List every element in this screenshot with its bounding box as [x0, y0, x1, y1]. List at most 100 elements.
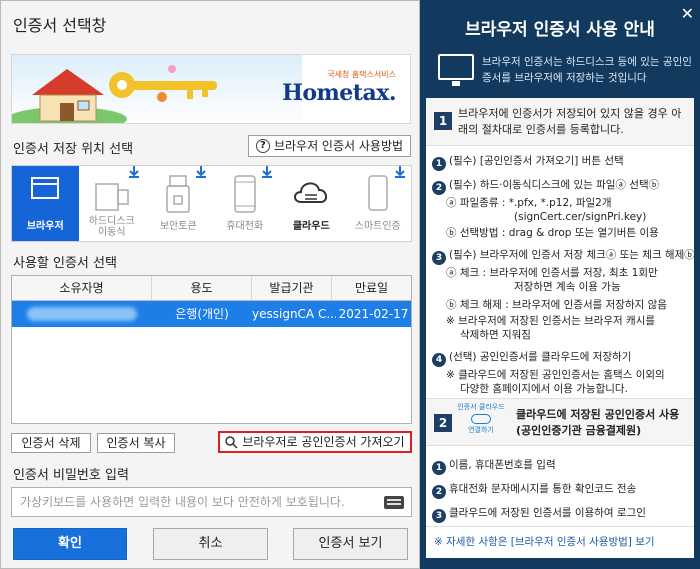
step2-text: 클라우드에 저장된 공인인증서 사용 (공인인증기관 금융결제원) — [516, 408, 680, 437]
step1-item: 3 (필수) 브라우저에 인증서 저장 체크ⓐ 또는 체크 해제ⓑ — [432, 248, 695, 265]
storage-location-label: 인증서 저장 위치 선택 — [13, 142, 134, 157]
guide-content: 1 브라우저에 인증서가 저장되어 있지 않을 경우 아래의 절차대로 인증서를… — [426, 98, 695, 558]
location-cloud[interactable]: 클라우드 — [278, 166, 345, 241]
certificate-table: 소유자명 용도 발급기관 만료일 은행(개인) yessignCA C... 2… — [11, 275, 412, 424]
number-2-icon: 2 — [432, 181, 446, 195]
step1-item: 1 (필수) [공인인증서 가져오기] 버튼 선택 — [432, 154, 624, 171]
location-browser[interactable]: 브라우저 — [12, 166, 79, 241]
step1-note: ※ 브라우저에 저장된 인증서는 브라우저 캐시를 — [446, 315, 656, 327]
step1-subitem: ⓐ 체크 : 브라우저에 인증서를 저장, 최초 1회만 — [446, 267, 658, 279]
column-issuer[interactable]: 발급기관 — [252, 276, 332, 300]
dialog-title-bar: 인증서 선택창 — [1, 1, 419, 43]
number-2-icon: 2 — [432, 485, 446, 499]
step2-number: 2 — [434, 414, 452, 432]
step1-note: 삭제하면 지워짐 — [460, 329, 531, 341]
column-expiry[interactable]: 만료일 — [332, 276, 411, 300]
security-token-icon — [166, 175, 190, 213]
certificate-dialog: 인증서 선택창 국세청 홈택스서비스 Hometax. 인증서 저장 위치 선택… — [0, 0, 420, 569]
item-text: (필수) 하드·이동식디스크에 있는 파일ⓐ 선택ⓑ — [449, 179, 660, 191]
step1-note: ※ 클라우드에 저장된 공인인증서는 홈택스 이외의 — [446, 369, 665, 381]
badge-bottom-text: 연결하기 — [468, 426, 494, 434]
number-1-icon: 1 — [432, 157, 446, 171]
step1-item: 2 (필수) 하드·이동식디스크에 있는 파일ⓐ 선택ⓑ — [432, 178, 659, 195]
import-cert-button[interactable]: 브라우저로 공인인증서 가져오기 — [218, 431, 412, 453]
download-icon — [262, 166, 272, 178]
column-usage[interactable]: 용도 — [152, 276, 252, 300]
redacted-owner — [27, 307, 137, 321]
password-field[interactable]: 가상키보드를 사용하면 입력한 내용이 보다 안전하게 보호됩니다. — [11, 487, 412, 517]
location-mobile-phone[interactable]: 휴대전화 — [212, 166, 279, 241]
guide-title: 브라우저 인증서 사용 안내 — [465, 20, 655, 40]
search-icon — [225, 435, 238, 449]
location-label: 하드디스크 이동식 — [88, 216, 135, 238]
import-button-label: 브라우저로 공인인증서 가져오기 — [242, 435, 405, 449]
number-1-icon: 1 — [432, 461, 446, 475]
step1-number: 1 — [434, 112, 452, 130]
number-4-icon: 4 — [432, 353, 446, 367]
cloud-icon — [294, 182, 328, 203]
browser-icon — [31, 177, 60, 199]
row-expiry: 2021-02-17 — [338, 307, 409, 321]
item-text: (필수) [공인인증서 가져오기] 버튼 선택 — [449, 155, 624, 167]
hometax-banner: 국세청 홈택스서비스 Hometax. — [11, 54, 411, 124]
step1-subitem: (signCert.cer/signPri.key) — [514, 211, 647, 223]
number-3-icon: 3 — [432, 251, 446, 265]
row-issuer: yessignCA C... — [252, 307, 336, 321]
step2-header: 2 인증서 클라우드 연결하기 클라우드에 저장된 공인인증서 사용 (공인인증… — [426, 398, 694, 446]
table-row[interactable]: 은행(개인) yessignCA C... 2021-02-17 — [12, 301, 411, 327]
step1-note: 다양한 홈페이지에서 이용 가능합니다. — [460, 383, 628, 395]
location-harddisk[interactable]: 하드디스크 이동식 — [79, 166, 146, 241]
step2-item: 2 휴대전화 문자메시지를 통한 확인코드 전송 — [432, 482, 636, 499]
footer-divider — [426, 526, 694, 527]
item-text: 클라우드에 저장된 인증서를 이용하여 로그인 — [449, 507, 646, 519]
location-label: 스마트인증 — [354, 221, 401, 232]
guide-footer-link[interactable]: ※ 자세한 사항은 [브라우저 인증서 사용방법] 보기 — [434, 535, 655, 549]
smart-auth-icon — [368, 175, 388, 211]
delete-cert-button[interactable]: 인증서 삭제 — [11, 433, 91, 453]
confirm-button[interactable]: 확인 — [13, 528, 127, 560]
copy-cert-button[interactable]: 인증서 복사 — [97, 433, 175, 453]
item-text: (필수) 브라우저에 인증서 저장 체크ⓐ 또는 체크 해제ⓑ — [449, 249, 695, 261]
cloud-connect-badge: 인증서 클라우드 연결하기 — [456, 403, 506, 435]
location-label: 보안토큰 — [159, 221, 197, 232]
step2-item: 1 이름, 휴대폰번호를 입력 — [432, 458, 556, 475]
cloud-icon — [471, 414, 491, 424]
row-owner — [12, 301, 152, 327]
badge-top-text: 인증서 클라우드 — [457, 403, 505, 411]
step2-item: 3 클라우드에 저장된 인증서를 이용하여 로그인 — [432, 506, 646, 523]
view-cert-button[interactable]: 인증서 보기 — [293, 528, 408, 560]
location-security-token[interactable]: 보안토큰 — [145, 166, 212, 241]
item-text: (선택) 공인인증서를 클라우드에 저장하기 — [449, 351, 632, 363]
column-owner[interactable]: 소유자명 — [12, 276, 152, 300]
step1-text: 브라우저에 인증서가 저장되어 있지 않을 경우 아래의 절차대로 인증서를 등… — [458, 107, 682, 136]
download-icon — [195, 166, 206, 178]
download-icon — [395, 166, 405, 178]
browser-cert-help-button[interactable]: ? 브라우저 인증서 사용방법 — [248, 135, 411, 157]
cert-select-label: 사용할 인증서 선택 — [13, 256, 117, 271]
help-button-label: 브라우저 인증서 사용방법 — [273, 139, 404, 153]
usb-drive-icon — [95, 183, 129, 211]
virtual-keyboard-icon[interactable] — [384, 496, 404, 509]
password-label: 인증서 비밀번호 입력 — [13, 468, 129, 483]
guide-intro: 브라우저 인증서는 하드디스크 등에 있는 공인인증서를 브라우저에 저장하는 … — [482, 56, 692, 84]
house-key-illustration — [12, 65, 217, 123]
item-text: 이름, 휴대폰번호를 입력 — [449, 459, 556, 471]
step1-subitem: ⓑ 선택방법 : drag & drop 또는 열기버튼 이용 — [446, 227, 659, 239]
row-usage: 은행(개인) — [175, 307, 229, 321]
storage-location-bar: 브라우저 하드디스크 이동식 보안토큰 휴대전화 클라우드 스마트인증 — [11, 165, 412, 242]
hometax-logo: 국세청 홈택스서비스 Hometax. — [282, 69, 396, 106]
step1-subitem: ⓐ 파일종류 : *.pfx, *.p12, 파일2개 — [446, 197, 612, 209]
logo-subtitle: 국세청 홈택스서비스 — [327, 70, 396, 79]
cancel-button[interactable]: 취소 — [153, 528, 268, 560]
item-text: 휴대전화 문자메시지를 통한 확인코드 전송 — [449, 483, 637, 495]
monitor-icon — [438, 54, 474, 86]
table-header: 소유자명 용도 발급기관 만료일 — [12, 276, 411, 301]
location-smart-auth[interactable]: 스마트인증 — [345, 166, 412, 241]
location-label: 브라우저 — [26, 221, 64, 232]
number-3-icon: 3 — [432, 509, 446, 523]
step1-header: 1 브라우저에 인증서가 저장되어 있지 않을 경우 아래의 절차대로 인증서를… — [426, 98, 694, 146]
location-label: 휴대전화 — [226, 221, 264, 232]
step1-item: 4 (선택) 공인인증서를 클라우드에 저장하기 — [432, 350, 631, 367]
logo-text: Hometax. — [282, 80, 396, 106]
step1-subitem: 저장하면 계속 이용 가능 — [514, 281, 621, 293]
